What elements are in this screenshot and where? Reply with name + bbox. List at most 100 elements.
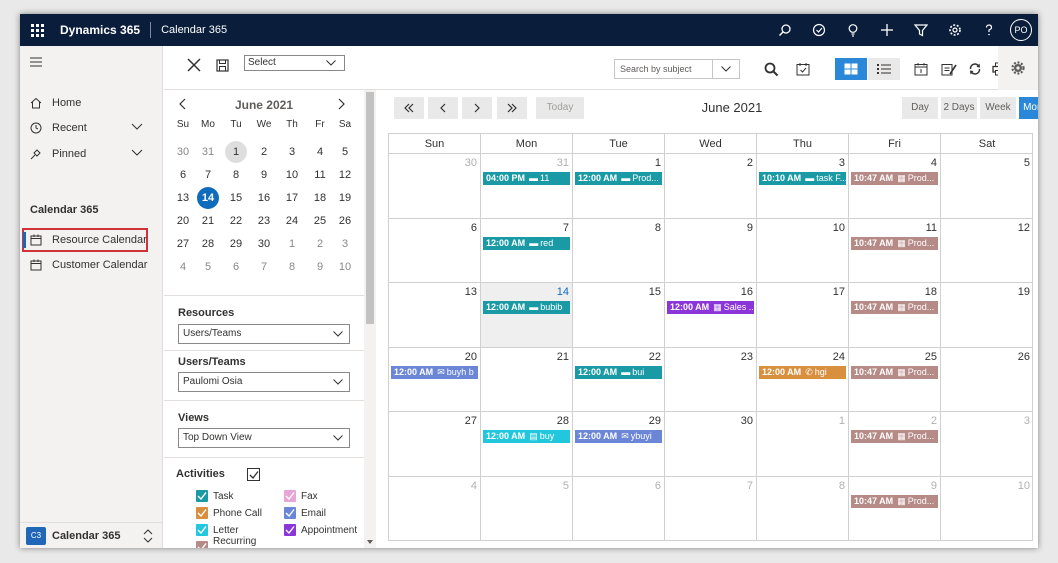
- mini-day[interactable]: 6: [225, 256, 247, 278]
- mini-day[interactable]: 12: [334, 164, 356, 186]
- mini-day[interactable]: 6: [172, 164, 194, 186]
- calendar-event[interactable]: 12:00 AM ▦ Sales ...: [667, 301, 754, 314]
- mini-day[interactable]: 27: [172, 233, 194, 255]
- insights-button[interactable]: [836, 14, 870, 46]
- day-cell[interactable]: 1: [757, 412, 849, 477]
- users-teams-select[interactable]: Paulomi Osia: [178, 372, 350, 392]
- day-cell[interactable]: 14 12:00 AM ▬ bubib: [481, 283, 573, 348]
- day-cell[interactable]: 1 12:00 AM ▬ Prod...: [573, 154, 665, 219]
- day-cell[interactable]: 23: [665, 347, 757, 412]
- nav-item-resource-calendar[interactable]: Resource Calendar: [20, 228, 163, 252]
- day-cell[interactable]: 30: [389, 154, 481, 219]
- day-cell[interactable]: 11 10:47 AM ▦ Prod...: [849, 218, 941, 283]
- calendar-event[interactable]: 12:00 AM ✉ buyh b: [391, 365, 478, 379]
- calendar-event[interactable]: 12:00 AM ▬ bubib: [483, 301, 570, 314]
- mini-day[interactable]: 4: [172, 256, 194, 278]
- day-cell[interactable]: 9 10:47 AM ▦ Prod...: [849, 476, 941, 541]
- day-cell[interactable]: 31 04:00 PM ▬ 11: [481, 154, 573, 219]
- activity-checkbox[interactable]: [284, 490, 296, 502]
- day-cell[interactable]: 9: [665, 218, 757, 283]
- search-button[interactable]: [756, 58, 786, 80]
- settings-button[interactable]: [938, 14, 972, 46]
- user-avatar[interactable]: PO: [1010, 19, 1032, 41]
- search-dropdown-button[interactable]: [712, 60, 739, 78]
- nav-item-pinned[interactable]: Pinned: [20, 142, 163, 166]
- select-dropdown[interactable]: Select: [244, 55, 345, 71]
- calendar-event[interactable]: 12:00 AM ✆ hgi: [759, 365, 846, 379]
- day-cell[interactable]: 21: [481, 347, 573, 412]
- panel-scrollbar[interactable]: [364, 90, 376, 548]
- app-launcher-button[interactable]: [20, 14, 54, 46]
- area-switcher[interactable]: C3 Calendar 365: [20, 522, 163, 548]
- mini-day[interactable]: 29: [225, 233, 247, 255]
- day-cell[interactable]: 30: [665, 412, 757, 477]
- activity-checkbox[interactable]: [196, 490, 208, 502]
- mini-day[interactable]: 16: [253, 187, 275, 209]
- activity-checkbox[interactable]: [284, 524, 296, 536]
- scroll-down-icon[interactable]: [367, 540, 373, 544]
- mini-day[interactable]: 19: [334, 187, 356, 209]
- day-cell[interactable]: 27: [389, 412, 481, 477]
- mini-day[interactable]: 7: [197, 164, 219, 186]
- today-button[interactable]: Today: [536, 97, 584, 119]
- day-cell[interactable]: 17: [757, 283, 849, 348]
- day-cell[interactable]: 15: [573, 283, 665, 348]
- grid-view-button[interactable]: [835, 58, 867, 80]
- hamburger-button[interactable]: [20, 50, 163, 74]
- mini-day[interactable]: 25: [309, 210, 331, 232]
- brand-title[interactable]: Dynamics 365: [54, 23, 150, 37]
- mini-day[interactable]: 2: [253, 141, 275, 163]
- mini-day[interactable]: 4: [309, 141, 331, 163]
- mini-day[interactable]: 31: [197, 141, 219, 163]
- mini-day[interactable]: 5: [197, 256, 219, 278]
- day-cell[interactable]: 10: [941, 477, 1033, 542]
- mini-day[interactable]: 30: [172, 141, 194, 163]
- mini-day[interactable]: 3: [281, 141, 303, 163]
- activity-checkbox[interactable]: [196, 541, 208, 548]
- subject-search-input[interactable]: Search by subject: [614, 59, 740, 79]
- mini-day[interactable]: 9: [253, 164, 275, 186]
- activity-checkbox[interactable]: [196, 507, 208, 519]
- day-cell[interactable]: 6: [573, 476, 665, 541]
- day-cell[interactable]: 6: [389, 218, 481, 283]
- mini-day[interactable]: 10: [334, 256, 356, 278]
- day-cell[interactable]: 5: [941, 154, 1033, 219]
- day-cell[interactable]: 3 10:10 AM ▬ task F...: [757, 154, 849, 219]
- day-cell[interactable]: 28 12:00 AM ▤ buy: [481, 412, 573, 477]
- next-year-button[interactable]: [497, 97, 527, 119]
- nav-item-recent[interactable]: Recent: [20, 116, 163, 140]
- calendar-event[interactable]: 10:47 AM ▦ Prod...: [851, 494, 938, 508]
- calendar-event[interactable]: 12:00 AM ✉ ybuyi: [575, 430, 662, 443]
- next-month-button[interactable]: [462, 97, 492, 119]
- view-button-day[interactable]: Day: [902, 97, 938, 119]
- mini-day[interactable]: 26: [334, 210, 356, 232]
- close-button[interactable]: [187, 58, 201, 75]
- day-cell[interactable]: 26: [941, 348, 1033, 412]
- mini-day[interactable]: 1: [281, 233, 303, 255]
- mini-day[interactable]: 8: [281, 256, 303, 278]
- mini-day[interactable]: 11: [309, 164, 331, 186]
- views-select[interactable]: Top Down View: [178, 428, 350, 448]
- day-cell[interactable]: 19: [941, 283, 1033, 348]
- mini-day-selected[interactable]: 1: [225, 141, 247, 163]
- day-cell[interactable]: 3: [941, 412, 1033, 477]
- mini-day[interactable]: 22: [225, 210, 247, 232]
- day-cell[interactable]: 22 12:00 AM ▬ bui: [573, 347, 665, 412]
- day-cell[interactable]: 8: [573, 218, 665, 283]
- view-button-2-days[interactable]: 2 Days: [941, 97, 977, 119]
- mini-day[interactable]: 21: [197, 210, 219, 232]
- activity-checkbox[interactable]: [196, 524, 208, 536]
- list-view-button[interactable]: [868, 58, 900, 80]
- app-name[interactable]: Calendar 365: [151, 24, 227, 36]
- day-cell[interactable]: 24 12:00 AM ✆ hgi: [757, 347, 849, 412]
- calendar-event[interactable]: 12:00 AM ▬ red: [483, 236, 570, 250]
- day-cell[interactable]: 25 10:47 AM ▦ Prod...: [849, 347, 941, 412]
- mini-day[interactable]: 24: [281, 210, 303, 232]
- calendar-event[interactable]: 10:10 AM ▬ task F...: [759, 172, 846, 185]
- calendar-event[interactable]: 10:47 AM ▦ Prod...: [851, 430, 938, 443]
- mini-day[interactable]: 13: [172, 187, 194, 209]
- mini-day[interactable]: 30: [253, 233, 275, 255]
- mini-day[interactable]: 7: [253, 256, 275, 278]
- mini-prev-month-button[interactable]: [178, 98, 186, 113]
- day-cell[interactable]: 4: [389, 476, 481, 541]
